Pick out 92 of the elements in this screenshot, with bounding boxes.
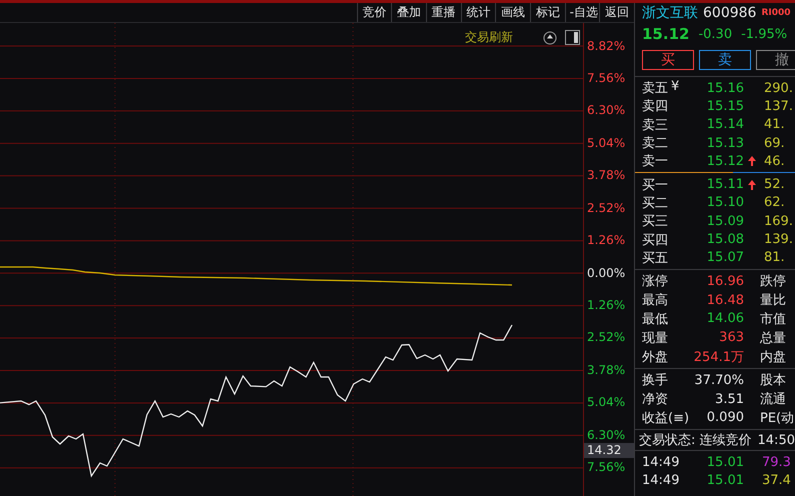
order-volume: 46. (763, 154, 786, 169)
axis-percent-label: 2.52% (586, 202, 626, 215)
stat-label: 最高 (642, 292, 669, 310)
stat-value: 0.090 (706, 410, 744, 426)
order-level-label: 买五 (642, 250, 669, 267)
price-change: -0.30 (698, 26, 732, 42)
axis-percent-label: 7.56% (586, 461, 626, 474)
tick-time: 14:49 (642, 454, 680, 470)
order-level-label: 买二 (642, 194, 669, 212)
order-volume: 62. (763, 195, 786, 210)
order-volume: 41. (763, 117, 786, 132)
stat-value: 16.48 (706, 292, 744, 308)
tick-time: 14:49 (642, 473, 680, 488)
stock-tag: RI000 (761, 8, 791, 18)
stat-label: 市值 (760, 310, 787, 328)
stat-label: 收益(≡) (642, 410, 690, 427)
stat-label: 股本 (760, 372, 787, 390)
tick-price: 15.01 (706, 454, 744, 470)
stat-value: 254.1万 (692, 348, 744, 366)
order-level-label: 买三 (642, 213, 669, 230)
stat-label: 跌停 (760, 273, 787, 290)
trade-button[interactable]: 撤 (756, 50, 795, 70)
order-price: 15.15 (706, 98, 744, 114)
stat-label: 内盘 (760, 348, 787, 366)
order-price: 15.09 (706, 214, 744, 229)
axis-percent-label: 3.78% (586, 169, 626, 182)
order-volume: 52. (763, 177, 786, 192)
up-arrow-icon (748, 180, 756, 190)
order-level-label: 卖四 (642, 98, 669, 116)
order-volume: 81. (763, 250, 786, 266)
tick-volume: 37.4 (762, 473, 792, 488)
order-price: 15.16 (706, 80, 744, 96)
axis-percent-label: 2.52% (586, 331, 626, 344)
tick-volume: 79.3 (762, 454, 792, 470)
order-level-label: 买四 (642, 232, 669, 249)
axis-percent-label: 6.30% (586, 428, 626, 442)
toolbar-button[interactable]: -自选 (564, 3, 600, 22)
order-volume: 139. (763, 232, 794, 248)
order-level-label: 卖五 ¥ (642, 79, 680, 98)
order-price: 15.08 (706, 232, 744, 248)
order-price: 15.11 (706, 177, 744, 192)
stock-name: 浙文互联 (642, 4, 698, 22)
crosshair-price-tag: 14.32 (584, 443, 634, 458)
tick-price: 15.01 (706, 473, 744, 488)
stat-label: 量比 (760, 292, 787, 310)
order-volume: 69. (763, 136, 786, 151)
axis-percent-label: 3.78% (586, 364, 626, 377)
order-volume: 169. (763, 214, 794, 229)
stat-value: 3.51 (714, 392, 744, 407)
order-price: 15.12 (706, 154, 744, 169)
axis-percent-label: 8.82% (586, 40, 626, 53)
trade-status-time: 14:50 (758, 432, 795, 448)
stat-label: 最低 (642, 310, 669, 328)
price-change-percent: -1.95% (741, 26, 788, 42)
order-volume: 137. (763, 98, 794, 114)
stat-label: 净资 (642, 391, 669, 408)
stat-label: 涨停 (642, 273, 669, 290)
stat-value: 14.06 (706, 311, 744, 326)
order-level-label: 卖一 (642, 153, 669, 170)
stat-label: 总量 (760, 330, 787, 347)
axis-percent-label: 1.26% (586, 299, 626, 312)
stat-value: 363 (718, 330, 744, 346)
last-price: 15.12 (642, 25, 690, 43)
axis-percent-label: 5.04% (586, 136, 626, 150)
order-level-label: 卖三 (642, 116, 669, 134)
order-price: 15.10 (706, 195, 744, 210)
stat-label: 现量 (642, 330, 669, 347)
order-level-label: 卖二 (642, 135, 669, 152)
trade-button[interactable]: 买 (642, 50, 694, 70)
axis-percent-label: 5.04% (586, 396, 626, 410)
stat-label: 换手 (642, 372, 669, 390)
trade-status-text: 交易状态: 连续竞价 (639, 432, 752, 450)
order-price: 15.07 (706, 250, 744, 266)
order-price: 15.13 (706, 136, 744, 151)
axis-percent-label: 6.30% (586, 104, 626, 118)
stat-label: 外盘 (642, 348, 669, 366)
stat-label: 流通 (760, 391, 787, 408)
up-arrow-icon (748, 156, 756, 166)
order-volume: 290. (763, 80, 794, 96)
order-price: 15.14 (706, 117, 744, 132)
axis-percent-label: 1.26% (586, 234, 626, 248)
stat-label: PE(动 (760, 410, 795, 427)
axis-percent-label: 7.56% (586, 72, 626, 85)
panel-toggle-icon[interactable] (565, 30, 580, 45)
trade-refresh-label[interactable]: 交易刷新 (465, 29, 513, 46)
trade-button[interactable]: 卖 (699, 50, 751, 70)
order-level-label: 买一 (642, 176, 669, 194)
stock-code: 600986 (703, 5, 756, 21)
yuan-marker: ¥ (671, 79, 680, 96)
stat-value: 16.96 (706, 274, 744, 289)
stat-value: 37.70% (693, 372, 744, 388)
axis-percent-label: 0.00% (586, 266, 626, 280)
